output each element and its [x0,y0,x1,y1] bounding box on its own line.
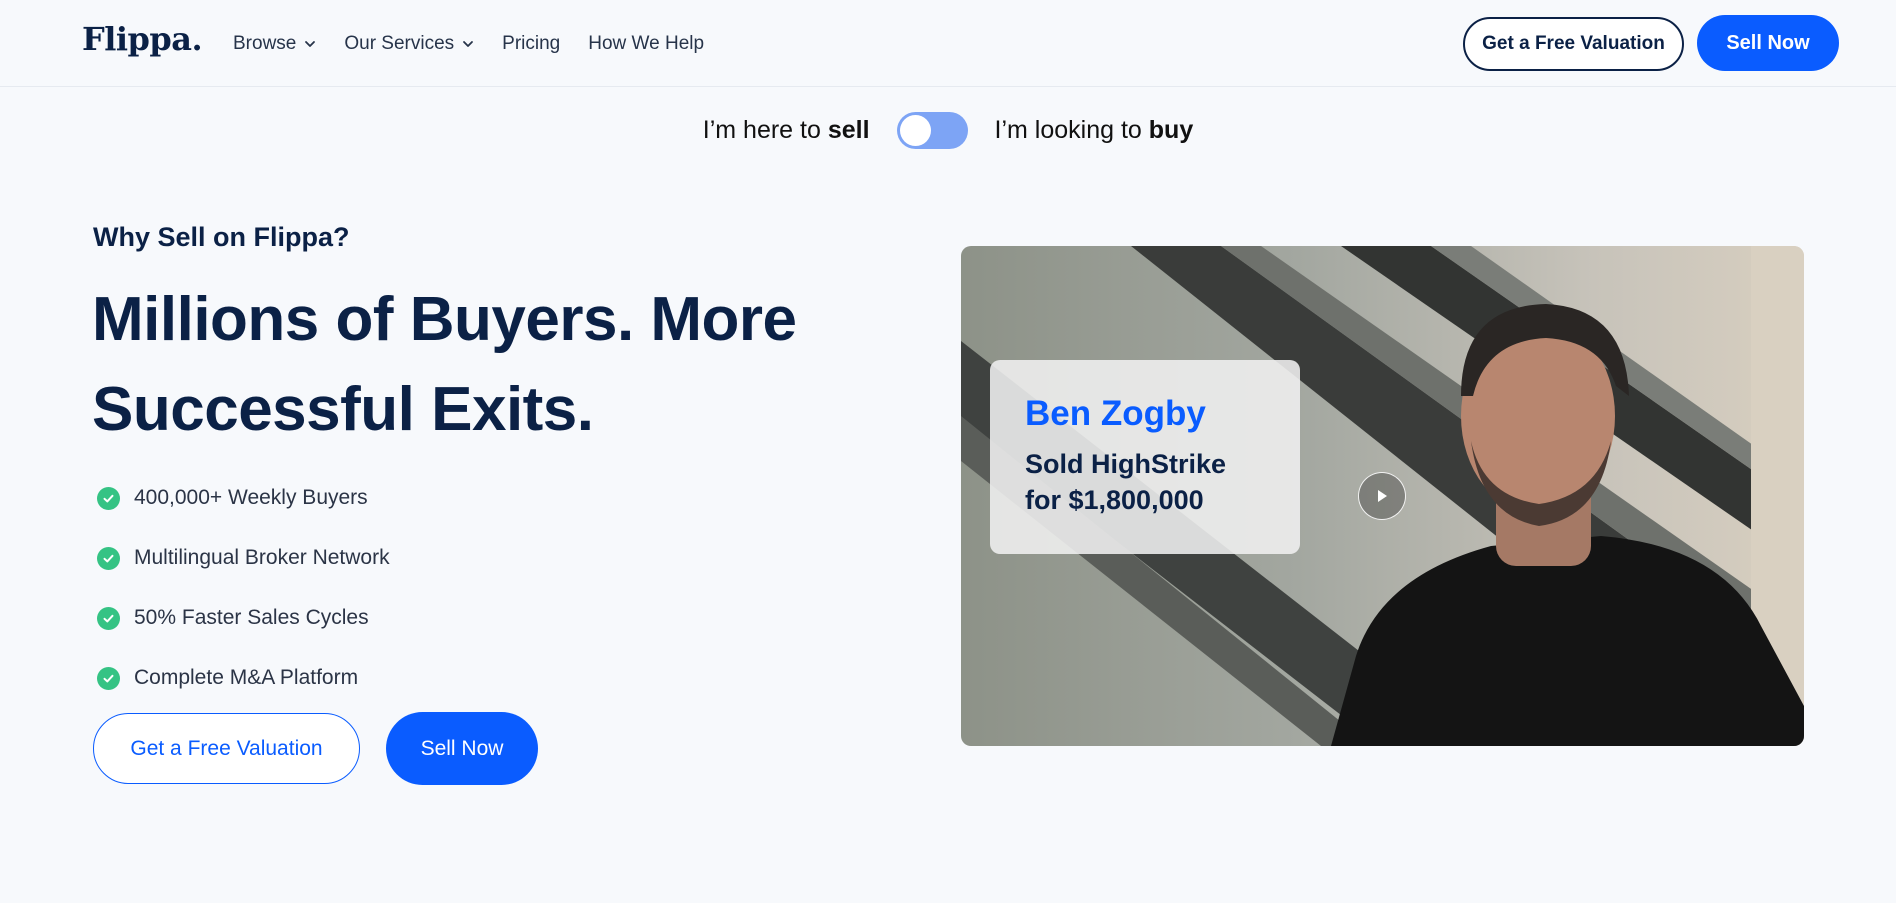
hero-sell-now-button[interactable]: Sell Now [386,712,538,785]
nav-our-services-label: Our Services [344,33,455,54]
main-nav: Browse Our Services Pricing How We Help [233,33,732,55]
feature-item: 50% Faster Sales Cycles [97,588,390,648]
switch-knob [899,114,931,146]
check-circle-icon [97,486,120,510]
hero-eyebrow: Why Sell on Flippa? [93,222,350,252]
nav-pricing-label: Pricing [502,33,561,54]
chevron-down-icon [463,41,474,47]
chevron-down-icon [305,41,316,47]
nav-browse[interactable]: Browse [233,33,316,55]
sell-buy-toggle-row: I’m here to sell I’m looking to buy [0,108,1896,152]
nav-our-services[interactable]: Our Services [344,33,474,55]
feature-text: 400,000+ Weekly Buyers [134,486,368,509]
buy-word: buy [1148,115,1194,144]
header-free-valuation-button[interactable]: Get a Free Valuation [1463,17,1684,71]
nav-pricing[interactable]: Pricing [502,33,560,55]
feature-item: 400,000+ Weekly Buyers [97,468,390,528]
sell-option-label[interactable]: I’m here to sell [703,116,870,145]
nav-browse-label: Browse [233,33,297,54]
testimonial-detail: Sold HighStrike for $1,800,000 [1025,449,1227,515]
testimonial-video[interactable]: Ben Zogby Sold HighStrike for $1,800,000 [961,246,1804,746]
check-circle-icon [97,666,120,690]
check-circle-icon [97,546,120,570]
hero-free-valuation-button[interactable]: Get a Free Valuation [93,713,360,784]
hero-headline: Millions of Buyers. More Successful Exit… [92,285,797,444]
feature-item: Multilingual Broker Network [97,528,390,588]
buy-prefix: I’m looking to [994,115,1142,144]
sell-word: sell [827,115,870,144]
feature-text: Multilingual Broker Network [134,546,390,569]
nav-how-we-help-label: How We Help [588,33,705,54]
feature-item: Complete M&A Platform [97,648,390,708]
feature-text: Complete M&A Platform [134,666,359,689]
flippa-logo[interactable]: Flippa. [82,20,203,58]
header-sell-now-button[interactable]: Sell Now [1697,15,1839,71]
testimonial-name: Ben Zogby [1025,394,1206,433]
check-circle-icon [97,606,120,630]
sell-prefix: I’m here to [702,115,821,144]
site-header: Flippa. Browse Our Services Pricing How … [0,0,1896,87]
play-button[interactable] [1358,472,1406,520]
testimonial-caption-card: Ben Zogby Sold HighStrike for $1,800,000 [990,360,1300,554]
play-icon [1378,490,1387,502]
sell-buy-switch[interactable] [896,111,968,149]
nav-how-we-help[interactable]: How We Help [588,33,704,55]
feature-text: 50% Faster Sales Cycles [134,606,369,629]
buy-option-label[interactable]: I’m looking to buy [995,116,1194,145]
feature-list: 400,000+ Weekly Buyers Multilingual Brok… [97,468,390,708]
